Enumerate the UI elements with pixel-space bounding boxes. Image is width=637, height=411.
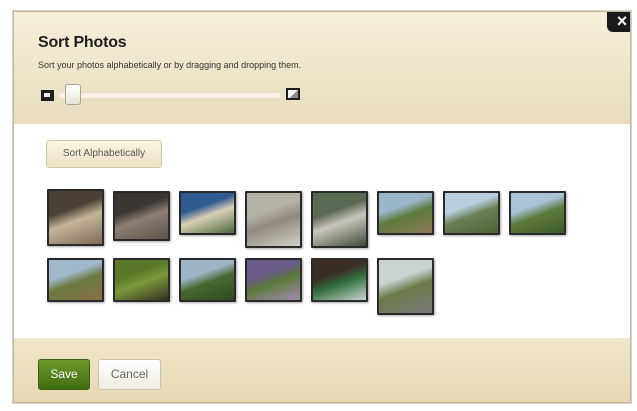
purple-flowers-photo[interactable] <box>245 258 302 302</box>
zoom-slider-handle[interactable] <box>65 84 82 105</box>
street-house-photo[interactable] <box>179 191 236 235</box>
sort-photos-dialog: Sort Photos Sort your photos alphabetica… <box>13 11 631 403</box>
wooden-walkway-photo[interactable] <box>377 258 434 315</box>
large-image-icon <box>286 88 300 100</box>
trail-sign-photo[interactable] <box>311 258 368 302</box>
gargoyle-statue-photo[interactable] <box>311 191 368 248</box>
circular-ruin-photo[interactable] <box>377 191 434 235</box>
coastal-cliff-photo[interactable] <box>443 191 500 235</box>
sort-alphabetically-button[interactable]: Sort Alphabetically <box>46 140 162 168</box>
victorian-houses-photo[interactable] <box>47 189 104 246</box>
dialog-subtitle: Sort your photos alphabetically or by dr… <box>38 60 302 70</box>
coastal-hills-photo[interactable] <box>509 191 566 235</box>
hillside-path-photo[interactable] <box>47 258 104 302</box>
green-valley-photo[interactable] <box>179 258 236 302</box>
dialog-title: Sort Photos <box>38 34 127 51</box>
stone-statue-photo[interactable] <box>245 191 302 248</box>
dark-victorian-house-photo[interactable] <box>113 191 170 241</box>
cancel-button[interactable]: Cancel <box>98 359 161 390</box>
close-button[interactable]: × <box>607 12 630 32</box>
small-image-icon <box>41 90 54 101</box>
turkey-in-grass-photo[interactable] <box>113 258 170 302</box>
zoom-slider-track[interactable] <box>58 92 282 99</box>
save-button[interactable]: Save <box>38 359 90 390</box>
